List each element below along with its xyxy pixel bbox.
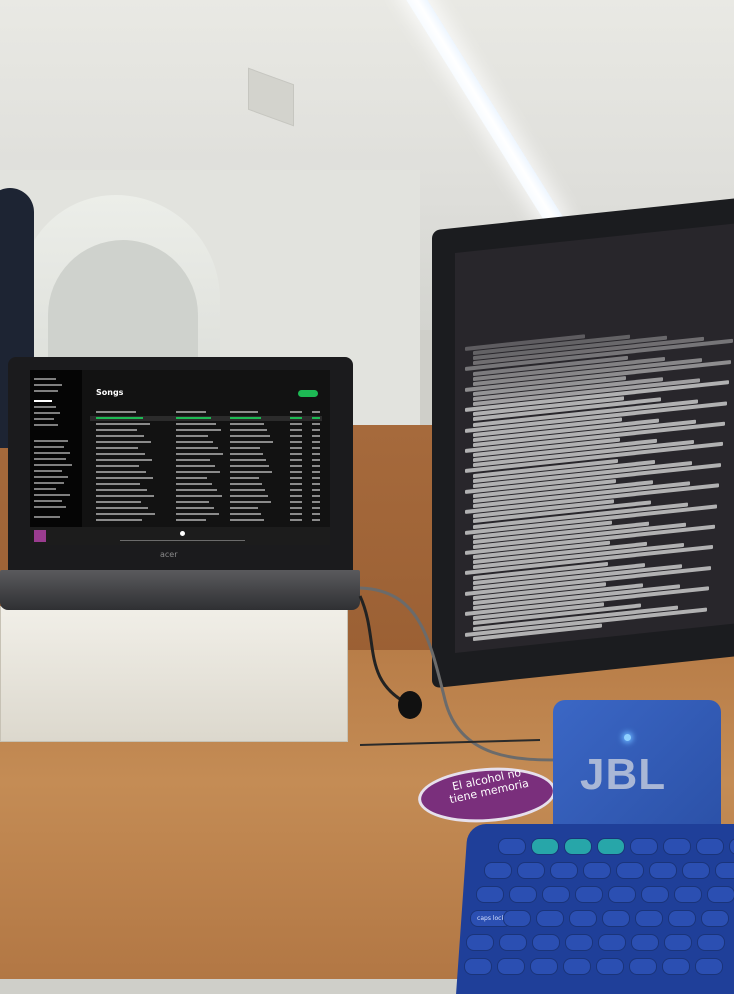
keyboard-key[interactable]: [484, 862, 512, 879]
keyboard-key[interactable]: [517, 862, 545, 879]
hdmi-cable: [359, 586, 561, 762]
keyboard-key[interactable]: [608, 886, 636, 903]
keyboard-key[interactable]: [668, 910, 696, 927]
keyboard-key[interactable]: [674, 886, 702, 903]
keyboard-key[interactable]: [664, 934, 692, 951]
keyboard-key[interactable]: [701, 910, 729, 927]
keyboard-key[interactable]: [697, 934, 725, 951]
keyboard-key[interactable]: [476, 886, 504, 903]
keyboard-key[interactable]: [499, 934, 527, 951]
keyboard-key[interactable]: [707, 886, 734, 903]
ferrite-bead: [398, 691, 422, 719]
keyboard-key[interactable]: [536, 910, 564, 927]
keyboard-key[interactable]: [602, 910, 630, 927]
keyboard-key[interactable]: [530, 958, 558, 975]
keyboard-key[interactable]: [596, 958, 624, 975]
keyboard-key[interactable]: [598, 934, 626, 951]
speaker-led: [624, 734, 631, 741]
keyboard-key[interactable]: [682, 862, 710, 879]
keyboard-key[interactable]: [464, 958, 492, 975]
keyboard-key[interactable]: [565, 934, 593, 951]
keyboard-key[interactable]: [616, 862, 644, 879]
keyboard-key[interactable]: [498, 838, 526, 855]
keyboard-key[interactable]: [503, 910, 531, 927]
keyboard-key[interactable]: [635, 910, 663, 927]
audio-cable: [359, 739, 541, 746]
jbl-logo: JBL: [580, 750, 667, 799]
keyboard-key[interactable]: [629, 958, 657, 975]
keyboard-key[interactable]: [509, 886, 537, 903]
keyboard-key[interactable]: [569, 910, 597, 927]
keyboard-key[interactable]: [532, 934, 560, 951]
keyboard-key[interactable]: [550, 862, 578, 879]
keyboard-key[interactable]: [575, 886, 603, 903]
keyboard-key[interactable]: [663, 838, 691, 855]
keyboard-key[interactable]: [695, 958, 723, 975]
keyboard-key[interactable]: [649, 862, 677, 879]
keyboard-key[interactable]: [531, 838, 559, 855]
keyboard-key[interactable]: [631, 934, 659, 951]
keyboard-key[interactable]: [542, 886, 570, 903]
power-cable: [358, 595, 411, 707]
keyboard-key[interactable]: [696, 838, 724, 855]
keyboard-key[interactable]: [662, 958, 690, 975]
keyboard-key[interactable]: [564, 838, 592, 855]
keyboard-key[interactable]: [641, 886, 669, 903]
keyboard-key[interactable]: [630, 838, 658, 855]
keyboard-key[interactable]: [563, 958, 591, 975]
keyboard-key[interactable]: [715, 862, 734, 879]
keyboard-key[interactable]: [597, 838, 625, 855]
keyboard-key[interactable]: [497, 958, 525, 975]
keyboard-key[interactable]: [583, 862, 611, 879]
keyboard-key[interactable]: [466, 934, 494, 951]
